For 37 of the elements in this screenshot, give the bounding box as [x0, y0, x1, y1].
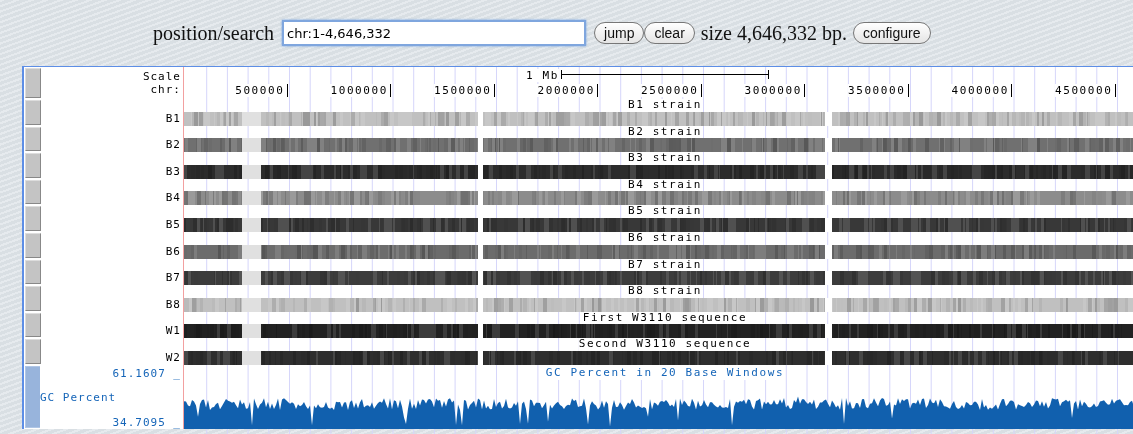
track-label: B5 [165, 217, 181, 232]
position-tick: 2500000 [640, 84, 702, 97]
scale-label: Scale [142, 70, 181, 83]
track-title: B8 strain [628, 285, 702, 298]
size-text: size 4,646,332 bp. [700, 21, 847, 45]
position-tick: 4000000 [951, 84, 1012, 97]
position-field[interactable]: chr:1-4,646,332 [282, 20, 587, 46]
track-label: B1 [165, 111, 181, 126]
track-label: B2 [165, 138, 181, 153]
position-tick: 3500000 [847, 84, 909, 97]
axis-max-label: 61.1607 _ [112, 366, 181, 380]
position-tick: 1500000 [433, 84, 495, 97]
track-label: B4 [165, 191, 181, 206]
position-tick: 1000000 [330, 84, 391, 97]
track-title: B3 strain [628, 152, 702, 165]
action-button[interactable]: clear [644, 22, 695, 44]
track-title: B5 strain [628, 205, 702, 218]
search-label: position/search [153, 21, 275, 45]
chr-label: chr: [150, 83, 181, 96]
track-label: W2 [165, 350, 181, 365]
position-tick: 500000 [235, 84, 288, 97]
action-button[interactable]: jump [594, 22, 645, 44]
configure-button[interactable]: configure [852, 22, 931, 44]
track-label: B3 [165, 164, 181, 179]
track-label: B7 [165, 271, 181, 286]
scale-bar-label: 1 Mb [526, 69, 559, 82]
position-tick: 2000000 [537, 84, 598, 97]
axis-min-label: 34.7095 _ [112, 415, 181, 429]
track-title: B1 strain [628, 99, 702, 112]
track-label: GC Percent [40, 391, 118, 405]
track-title: Second W3110 sequence [578, 338, 752, 351]
track-toggle-button[interactable] [25, 68, 41, 98]
track-label: B8 [165, 297, 181, 312]
position-tick: 3000000 [744, 84, 805, 97]
position-tick: 4500000 [1054, 84, 1116, 97]
track-label: B6 [165, 244, 181, 259]
track-label: W1 [165, 324, 181, 339]
